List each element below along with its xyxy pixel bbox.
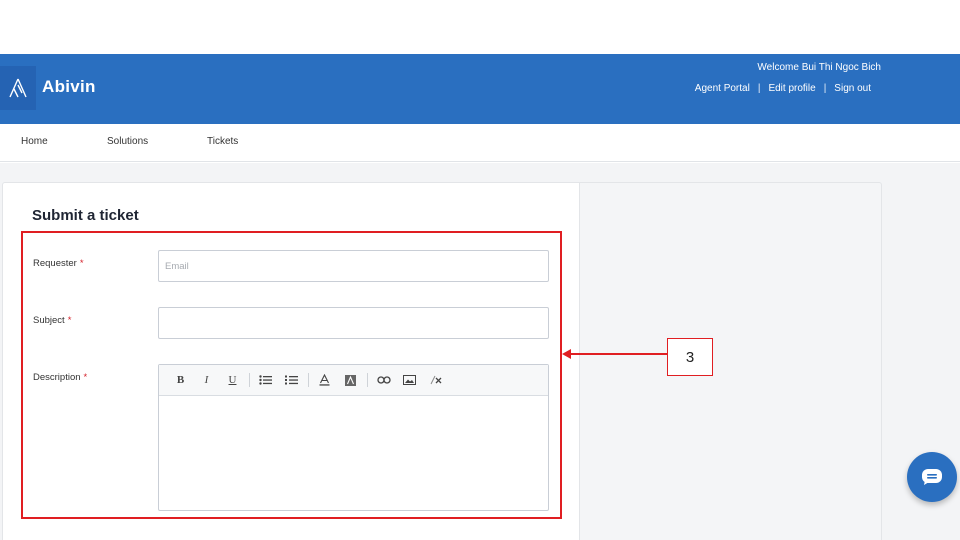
top-header: Abivin Welcome Bui Thi Ngoc Bich Agent P… <box>0 54 960 124</box>
bullet-list-icon[interactable] <box>256 371 275 389</box>
page: Abivin Welcome Bui Thi Ngoc Bich Agent P… <box>0 0 960 540</box>
chat-widget-button[interactable] <box>907 452 957 502</box>
nav-home[interactable]: Home <box>21 136 48 147</box>
bold-glyph: B <box>176 374 185 386</box>
main-nav: Home Solutions Tickets <box>0 124 960 162</box>
toolbar-divider <box>308 373 309 387</box>
subject-label-text: Subject <box>33 315 65 326</box>
welcome-text: Welcome Bui Thi Ngoc Bich <box>757 62 881 73</box>
italic-icon[interactable]: I <box>197 371 216 389</box>
toolbar-divider <box>367 373 368 387</box>
bold-icon[interactable]: B <box>171 371 190 389</box>
description-label-text: Description <box>33 372 81 383</box>
italic-glyph: I <box>204 374 209 386</box>
description-label: Description * <box>33 372 87 383</box>
numbered-list-icon[interactable] <box>282 371 301 389</box>
background-color-icon[interactable] <box>341 371 360 389</box>
abivin-logo-icon[interactable] <box>0 66 36 110</box>
link-separator: | <box>757 83 761 94</box>
required-mark: * <box>67 315 72 326</box>
annotation-arrow-icon <box>562 349 571 359</box>
agent-portal-link[interactable]: Agent Portal <box>695 83 750 94</box>
required-mark: * <box>83 372 88 383</box>
subject-label: Subject * <box>33 315 71 326</box>
sign-out-link[interactable]: Sign out <box>834 83 871 94</box>
edit-profile-link[interactable]: Edit profile <box>768 83 815 94</box>
annotation-arrow-line <box>570 353 667 355</box>
image-icon[interactable] <box>400 371 419 389</box>
nav-solutions[interactable]: Solutions <box>107 136 148 147</box>
editor-toolbar: B I U <box>159 365 548 396</box>
required-mark: * <box>79 258 84 269</box>
description-editor: B I U <box>158 364 549 511</box>
sidebar-panel <box>580 182 882 540</box>
underline-glyph: U <box>228 374 237 386</box>
header-links: Agent Portal | Edit profile | Sign out <box>695 83 871 94</box>
nav-tickets[interactable]: Tickets <box>207 136 238 147</box>
toolbar-divider <box>249 373 250 387</box>
clear-format-icon[interactable] <box>426 371 445 389</box>
chat-icon <box>922 469 942 485</box>
link-separator: | <box>823 83 827 94</box>
form-title: Submit a ticket <box>32 207 139 224</box>
description-textarea[interactable] <box>159 396 548 510</box>
subject-input[interactable] <box>158 307 549 339</box>
requester-label: Requester * <box>33 258 84 269</box>
underline-icon[interactable]: U <box>223 371 242 389</box>
requester-label-text: Requester <box>33 258 77 269</box>
brand-name[interactable]: Abivin <box>42 77 96 97</box>
font-color-icon[interactable] <box>315 371 334 389</box>
requester-email-input[interactable] <box>158 250 549 282</box>
annotation-callout: 3 <box>667 338 713 376</box>
link-icon[interactable] <box>374 371 393 389</box>
